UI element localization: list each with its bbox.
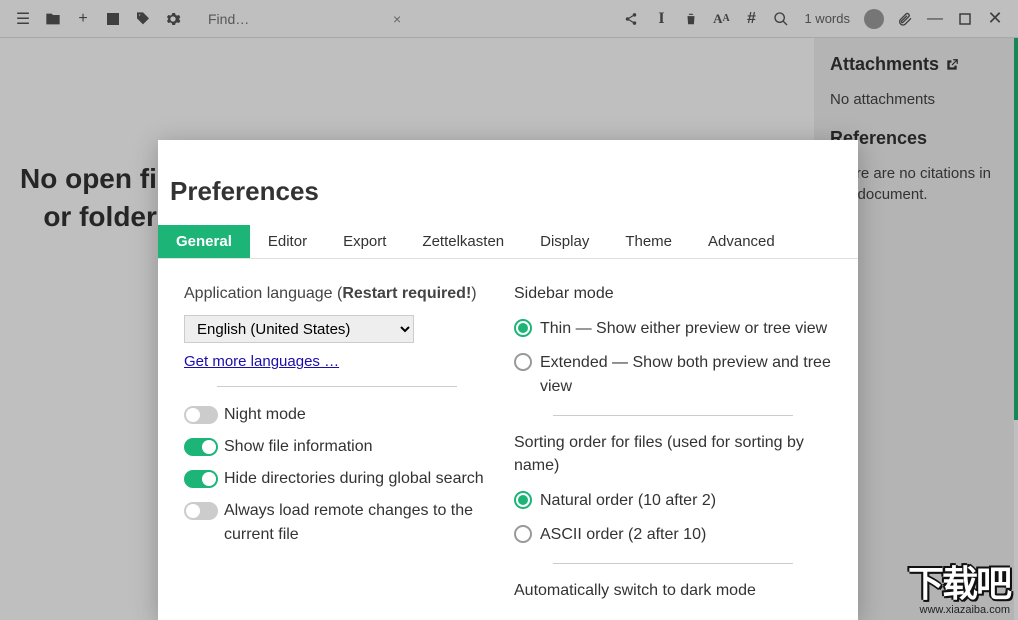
radio-icon <box>514 491 532 509</box>
toggle-night-mode[interactable] <box>184 406 218 424</box>
radio-sort-natural[interactable]: Natural order (10 after 2) <box>514 489 832 513</box>
tab-theme[interactable]: Theme <box>607 225 690 258</box>
radio-icon <box>514 353 532 371</box>
tab-advanced[interactable]: Advanced <box>690 225 793 258</box>
tab-general[interactable]: General <box>158 225 250 258</box>
more-languages-link[interactable]: Get more languages … <box>184 353 339 370</box>
toggle-hide-dirs-label: Hide directories during global search <box>224 467 484 491</box>
toggle-remote-changes[interactable] <box>184 502 218 520</box>
radio-sidebar-extended[interactable]: Extended — Show both preview and tree vi… <box>514 351 832 399</box>
tab-export[interactable]: Export <box>325 225 404 258</box>
tab-display[interactable]: Display <box>522 225 607 258</box>
tab-editor[interactable]: Editor <box>250 225 325 258</box>
dark-mode-auto-title: Automatically switch to dark mode <box>514 580 832 602</box>
divider <box>553 415 793 416</box>
toggle-night-mode-label: Night mode <box>224 403 306 427</box>
toggle-remote-changes-label: Always load remote changes to the curren… <box>224 499 490 547</box>
sidebar-mode-title: Sidebar mode <box>514 283 832 305</box>
toggle-file-info-label: Show file information <box>224 435 373 459</box>
sort-order-title: Sorting order for files (used for sortin… <box>514 432 832 477</box>
toggle-hide-dirs[interactable] <box>184 470 218 488</box>
radio-icon <box>514 525 532 543</box>
toggle-file-info[interactable] <box>184 438 218 456</box>
divider <box>217 386 457 387</box>
divider <box>553 563 793 564</box>
language-label: Application language (Restart required!) <box>184 283 490 305</box>
radio-sidebar-thin[interactable]: Thin — Show either preview or tree view <box>514 317 832 341</box>
preferences-tabs: General Editor Export Zettelkasten Displ… <box>158 225 858 259</box>
radio-sort-ascii[interactable]: ASCII order (2 after 10) <box>514 523 832 547</box>
preferences-dialog: Preferences General Editor Export Zettel… <box>158 140 858 620</box>
preferences-title: Preferences <box>158 140 858 225</box>
radio-icon <box>514 319 532 337</box>
language-select[interactable]: English (United States) <box>184 315 414 343</box>
tab-zettelkasten[interactable]: Zettelkasten <box>404 225 522 258</box>
